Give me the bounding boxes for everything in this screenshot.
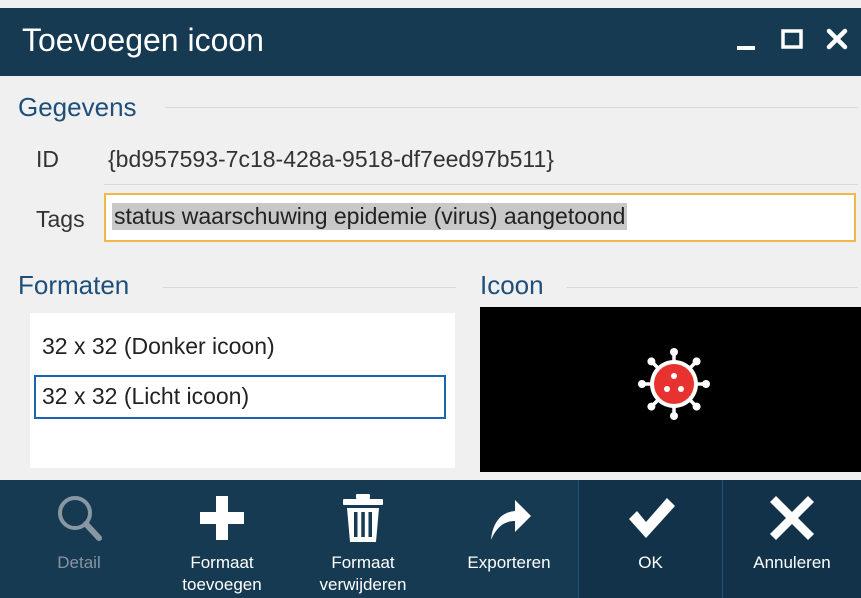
- tags-label: Tags: [36, 206, 85, 232]
- x-icon: [770, 496, 814, 540]
- title-bar: Toevoegen icoon: [0, 8, 861, 76]
- minimize-icon[interactable]: [730, 22, 764, 58]
- remove-format-button-label: Formaat verwijderen: [319, 553, 407, 594]
- gegevens-heading: Gegevens: [18, 92, 137, 122]
- share-arrow-icon: [491, 500, 531, 540]
- formats-list[interactable]: 32 x 32 (Donker icoon) 32 x 32 (Licht ic…: [30, 313, 455, 468]
- id-label: ID: [36, 146, 59, 172]
- export-button[interactable]: Exporteren: [448, 480, 570, 598]
- plus-icon: [200, 496, 244, 540]
- gegevens-divider: [165, 107, 858, 108]
- format-item-dark[interactable]: 32 x 32 (Donker icoon): [34, 325, 446, 369]
- ok-button[interactable]: OK: [579, 480, 722, 598]
- close-icon[interactable]: [820, 22, 854, 58]
- bottom-toolbar: Detail Formaat toevoegen Formaat verwijd…: [0, 480, 861, 598]
- icoon-heading: Icoon: [480, 270, 544, 300]
- formaten-heading: Formaten: [18, 270, 130, 300]
- cancel-button[interactable]: Annuleren: [723, 480, 861, 598]
- detail-button[interactable]: Detail: [34, 480, 124, 598]
- tags-input[interactable]: status waarschuwing epidemie (virus) aan…: [104, 193, 856, 242]
- dialog-window: Toevoegen icoon Gegevens ID {bd957593-7c…: [0, 0, 861, 598]
- add-format-button-label: Formaat toevoegen: [182, 553, 262, 594]
- id-underline: [104, 184, 858, 185]
- maximize-icon[interactable]: [775, 22, 809, 58]
- remove-format-button[interactable]: Formaat verwijderen: [308, 480, 418, 598]
- add-format-button[interactable]: Formaat toevoegen: [172, 480, 272, 598]
- ok-button-label: OK: [638, 553, 663, 572]
- id-value: {bd957593-7c18-428a-9518-df7eed97b511}: [108, 146, 554, 172]
- trash-icon: [343, 494, 383, 542]
- icoon-divider: [567, 287, 858, 288]
- checkmark-icon: [628, 498, 675, 538]
- export-button-label: Exporteren: [467, 553, 551, 572]
- icon-preview: [480, 307, 861, 472]
- formaten-divider: [163, 287, 456, 288]
- magnifier-icon: [58, 496, 102, 541]
- format-item-light[interactable]: 32 x 32 (Licht icoon): [34, 375, 446, 419]
- virus-icon: [638, 348, 710, 420]
- detail-button-label: Detail: [57, 553, 101, 572]
- tags-input-value: status waarschuwing epidemie (virus) aan…: [112, 203, 628, 230]
- cancel-button-label: Annuleren: [753, 553, 831, 572]
- window-title: Toevoegen icoon: [22, 22, 264, 58]
